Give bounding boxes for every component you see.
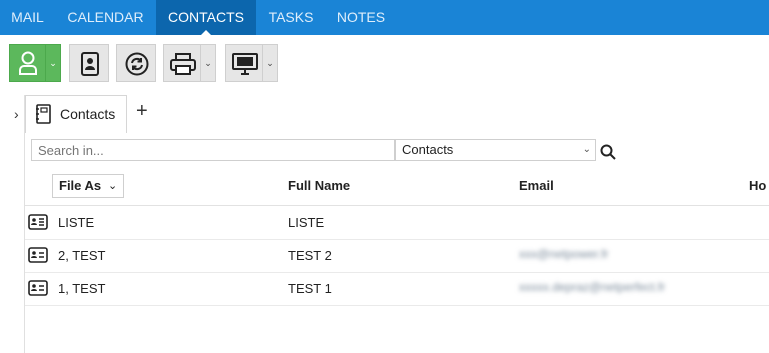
email-cell: xxxxx.depraz@netperfect.fr [519,280,666,294]
view-dropdown[interactable]: ⌄ [263,44,278,82]
sort-chevron-icon: ⌄ [108,180,118,192]
add-tab-button[interactable]: + [136,100,148,123]
distribution-list-icon [28,214,48,230]
search-input[interactable] [31,139,395,161]
view-button[interactable] [225,44,263,82]
refresh-button[interactable] [116,44,156,82]
new-contact-dropdown[interactable]: ⌄ [46,44,61,82]
refresh-icon [125,52,149,76]
monitor-icon [232,53,258,75]
file-as-cell: LISTE [58,215,95,230]
printer-icon [170,53,196,75]
full-name-cell: TEST 2 [288,248,332,263]
contacts-book-icon [36,104,51,124]
tab-tasks[interactable]: TASKS [256,0,326,35]
email-cell: xxx@netpower.fr [519,247,609,261]
table-row[interactable]: 2, TEST TEST 2 xxx@netpower.fr [25,239,769,273]
active-tab-caret [200,30,212,36]
person-icon [19,51,37,75]
address-book-button[interactable] [69,44,109,82]
column-email[interactable]: Email [519,178,554,193]
chevron-down-icon: ⌄ [582,144,591,155]
contact-card-icon [28,280,48,296]
address-book-icon [81,52,99,76]
contact-card-icon [28,247,48,263]
tab-contacts[interactable]: CONTACTS [156,0,256,36]
top-navigation: MAIL CALENDAR CONTACTS TASKS NOTES [0,0,769,36]
file-as-cell: 2, TEST [58,248,106,263]
file-as-cell: 1, TEST [58,281,106,296]
column-home-phone[interactable]: Ho [749,178,766,193]
search-scope-value: Contacts [402,142,454,157]
tab-mail[interactable]: MAIL [0,0,55,35]
table-header: File As ⌄ Full Name Email Ho [25,168,769,206]
full-name-cell: LISTE [288,215,325,230]
search-scope-select[interactable]: Contacts ⌄ [395,139,596,161]
contacts-tab-label: Contacts [60,106,116,122]
table-row[interactable]: LISTE LISTE [25,206,769,240]
tab-contacts-label: CONTACTS [168,9,244,25]
tab-calendar[interactable]: CALENDAR [55,0,156,35]
contacts-folder-tab[interactable]: Contacts [25,95,127,133]
print-button[interactable] [163,44,201,82]
print-dropdown[interactable]: ⌄ [201,44,216,82]
full-name-cell: TEST 1 [288,281,332,296]
tab-notes[interactable]: NOTES [326,0,396,35]
expand-pane-icon[interactable]: › [14,106,19,122]
column-file-as[interactable]: File As [59,178,101,193]
column-full-name[interactable]: Full Name [288,178,350,193]
table-row[interactable]: 1, TEST TEST 1 xxxxx.depraz@netperfect.f… [25,272,769,306]
new-contact-button[interactable] [9,44,46,82]
folder-pane-collapsed [0,95,25,353]
search-icon[interactable] [600,144,616,160]
